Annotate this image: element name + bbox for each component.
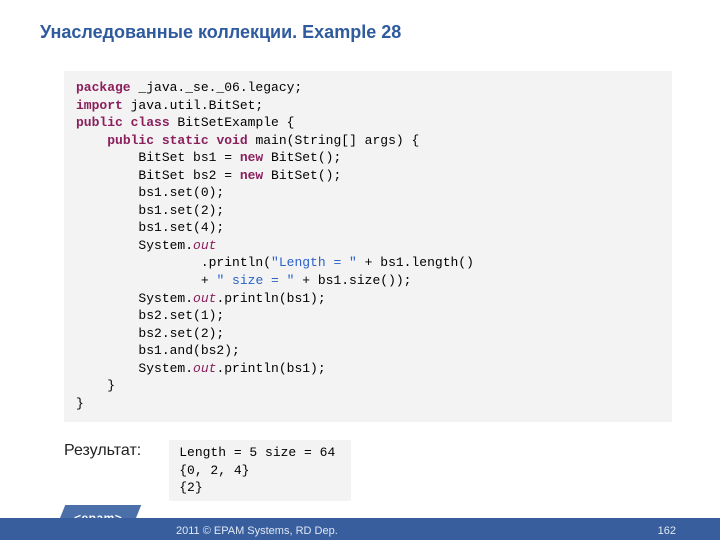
code-text: BitSet(); [263,150,341,165]
kw-public: public [76,115,123,130]
code-text: BitSet bs1 = [76,150,240,165]
kw-new: new [240,150,263,165]
code-text: + bs1.size()); [294,273,411,288]
footer-page-number: 162 [658,525,676,537]
kw-new: new [240,168,263,183]
code-text: bs1.and(bs2); [76,343,240,358]
result-line: {0, 2, 4} [179,463,249,478]
result-label: Результат: [64,440,141,460]
footer-bar: 2011 © EPAM Systems, RD Dep. 162 [0,518,720,540]
kw-class: class [123,115,170,130]
code-text: System. [76,361,193,376]
footer-copyright: 2011 © EPAM Systems, RD Dep. [176,525,338,537]
code-text: java.util.BitSet; [123,98,263,113]
result-line: Length = 5 size = 64 [179,445,335,460]
code-text: bs2.set(2); [76,326,224,341]
code-text: BitSetExample { [170,115,295,130]
code-text: .println(bs1); [216,361,325,376]
code-text: + [76,273,216,288]
code-text: System. [76,238,193,253]
result-row: Результат: Length = 5 size = 64 {0, 2, 4… [64,440,720,501]
kw-static: static [154,133,209,148]
code-block: package _java._se._06.legacy; import jav… [64,71,672,422]
kw-public: public [107,133,154,148]
code-text: bs1.set(4); [76,220,224,235]
field-out: out [193,238,216,253]
code-text: BitSet bs2 = [76,168,240,183]
code-text: .println(bs1); [216,291,325,306]
code-text: } [76,378,115,393]
result-block: Length = 5 size = 64 {0, 2, 4} {2} [169,440,351,501]
code-text: } [76,396,84,411]
code-text: .println( [76,255,271,270]
code-text: bs1.set(2); [76,203,224,218]
code-text: + bs1.length() [357,255,474,270]
code-text: bs2.set(1); [76,308,224,323]
code-text: bs1.set(0); [76,185,224,200]
code-text: System. [76,291,193,306]
string-literal: " size = " [216,273,294,288]
slide-title: Унаследованные коллекции. Example 28 [0,0,720,43]
code-text: _java._se._06.legacy; [131,80,303,95]
field-out: out [193,291,216,306]
code-text: BitSet(); [263,168,341,183]
string-literal: "Length = " [271,255,357,270]
kw-package: package [76,80,131,95]
kw-import: import [76,98,123,113]
kw-void: void [209,133,248,148]
result-line: {2} [179,480,202,495]
field-out: out [193,361,216,376]
code-text: main(String[] args) { [248,133,420,148]
